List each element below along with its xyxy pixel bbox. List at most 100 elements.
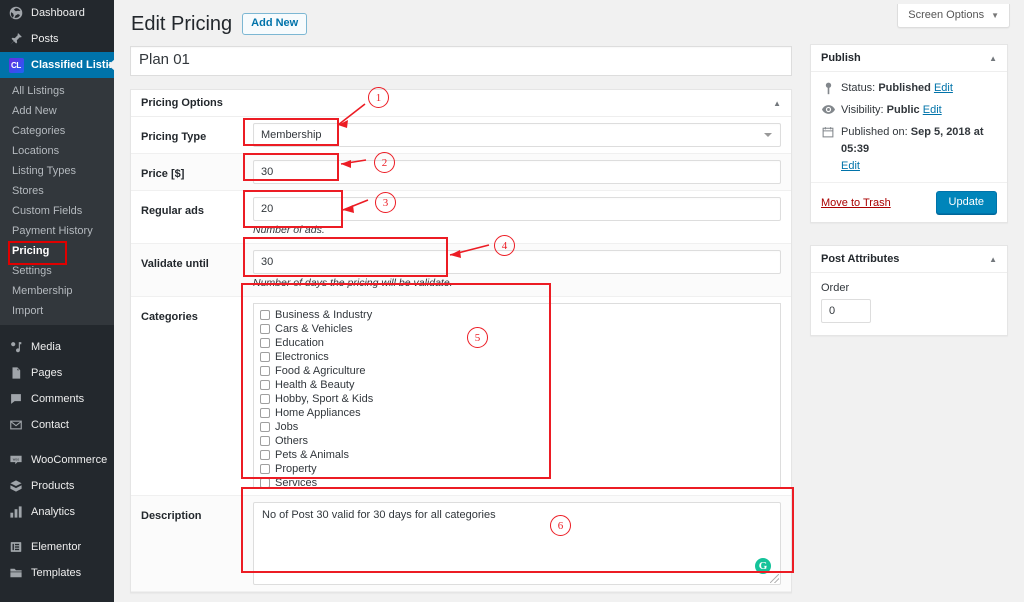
add-new-button[interactable]: Add New xyxy=(242,13,308,35)
sidebar-item-media[interactable]: Media xyxy=(0,334,114,360)
categories-checkbox-list[interactable]: Business & Industry Cars & Vehicles Educ… xyxy=(253,303,781,489)
sidebar-item-classified-listing[interactable]: CL Classified Listing xyxy=(0,52,122,78)
category-item[interactable]: Food & Agriculture xyxy=(260,364,774,378)
sidebar-item-products[interactable]: Products xyxy=(0,473,114,499)
order-label: Order xyxy=(821,282,850,294)
status-edit-link[interactable]: Edit xyxy=(934,82,953,94)
sidebar-label: Comments xyxy=(31,393,85,405)
field-label: Regular ads xyxy=(141,205,204,217)
sidebar-item-listing-types[interactable]: Listing Types xyxy=(0,161,114,181)
screen-options-button[interactable]: Screen Options ▼ xyxy=(897,4,1010,28)
pages-icon xyxy=(8,365,24,381)
menu-separator xyxy=(0,586,114,595)
sidebar-item-import[interactable]: Import xyxy=(0,301,114,321)
analytics-icon xyxy=(8,504,24,520)
sidebar-item-comments[interactable]: Comments xyxy=(0,386,114,412)
submenu-label: Payment History xyxy=(12,225,93,237)
post-attributes-body: Order 0 xyxy=(811,273,1007,335)
checkbox[interactable] xyxy=(260,450,270,460)
order-input[interactable]: 0 xyxy=(821,299,871,323)
sidebar-item-add-new[interactable]: Add New xyxy=(0,101,114,121)
category-item[interactable]: Jobs xyxy=(260,420,774,434)
chevron-up-icon[interactable]: ▲ xyxy=(773,99,781,108)
validate-until-input[interactable]: 30 xyxy=(253,250,781,274)
checkbox[interactable] xyxy=(260,436,270,446)
sidebar-item-templates[interactable]: Templates xyxy=(0,560,114,586)
sidebar-item-appearance[interactable]: Appearance xyxy=(0,595,114,602)
sidebar-item-payment-history[interactable]: Payment History xyxy=(0,221,114,241)
category-item[interactable]: Education xyxy=(260,336,774,350)
status-value: Published xyxy=(878,82,931,94)
category-item[interactable]: Others xyxy=(260,434,774,448)
checkbox[interactable] xyxy=(260,464,270,474)
category-item[interactable]: Pets & Animals xyxy=(260,448,774,462)
category-label: Business & Industry xyxy=(275,309,373,321)
sidebar-item-membership[interactable]: Membership xyxy=(0,281,114,301)
sidebar-item-locations[interactable]: Locations xyxy=(0,141,114,161)
metabox-header[interactable]: Pricing Options ▲ xyxy=(131,90,791,117)
checkbox[interactable] xyxy=(260,352,270,362)
checkbox[interactable] xyxy=(260,408,270,418)
sidebar-item-pricing[interactable]: Pricing xyxy=(0,241,114,265)
sidebar-label: Posts xyxy=(31,33,59,45)
checkbox[interactable] xyxy=(260,478,270,488)
category-item[interactable]: Cars & Vehicles xyxy=(260,322,774,336)
checkbox[interactable] xyxy=(260,324,270,334)
publish-panel-header[interactable]: Publish ▲ xyxy=(811,45,1007,72)
field-label: Description xyxy=(141,510,202,522)
chevron-up-icon[interactable]: ▲ xyxy=(989,54,997,63)
sidebar-item-dashboard[interactable]: Dashboard xyxy=(0,0,114,26)
checkbox[interactable] xyxy=(260,310,270,320)
description-value: No of Post 30 valid for 30 days for all … xyxy=(262,509,496,521)
resize-handle[interactable] xyxy=(770,574,779,583)
description-textarea[interactable]: No of Post 30 valid for 30 days for all … xyxy=(253,502,781,585)
price-input[interactable]: 30 xyxy=(253,160,781,184)
visibility-edit-link[interactable]: Edit xyxy=(923,104,942,116)
checkbox[interactable] xyxy=(260,366,270,376)
grammarly-icon[interactable]: G xyxy=(755,558,771,574)
published-edit-link[interactable]: Edit xyxy=(841,160,860,172)
sidebar-item-woocommerce[interactable]: woo WooCommerce xyxy=(0,447,114,473)
category-item[interactable]: Hobby, Sport & Kids xyxy=(260,392,774,406)
category-item[interactable]: Property xyxy=(260,462,774,476)
chevron-up-icon[interactable]: ▲ xyxy=(989,255,997,264)
category-label: Electronics xyxy=(275,351,329,363)
sidebar-item-settings[interactable]: Settings xyxy=(0,261,114,281)
sidebar-item-posts[interactable]: Posts xyxy=(0,26,114,52)
category-item[interactable]: Health & Beauty xyxy=(260,378,774,392)
woocommerce-icon: woo xyxy=(8,452,24,468)
sidebar-item-contact[interactable]: Contact xyxy=(0,412,114,438)
post-attributes-header[interactable]: Post Attributes ▲ xyxy=(811,246,1007,273)
classified-listing-submenu: All Listings Add New Categories Location… xyxy=(0,78,114,325)
category-label: Others xyxy=(275,435,309,447)
sidebar-item-categories[interactable]: Categories xyxy=(0,121,114,141)
sidebar-item-custom-fields[interactable]: Custom Fields xyxy=(0,201,114,221)
checkbox[interactable] xyxy=(260,380,270,390)
pricing-type-select[interactable]: Membership xyxy=(253,123,781,147)
sidebar-item-elementor[interactable]: Elementor xyxy=(0,534,114,560)
sidebar-item-analytics[interactable]: Analytics xyxy=(0,499,114,525)
sidebar-item-pages[interactable]: Pages xyxy=(0,360,114,386)
checkbox[interactable] xyxy=(260,422,270,432)
checkbox[interactable] xyxy=(260,394,270,404)
media-icon xyxy=(8,339,24,355)
category-label: Hobby, Sport & Kids xyxy=(275,393,374,405)
post-title-input[interactable]: Plan 01 xyxy=(130,46,792,76)
regular-ads-input[interactable]: 20 xyxy=(253,197,781,221)
category-item[interactable]: Electronics xyxy=(260,350,774,364)
category-item[interactable]: Services xyxy=(260,476,774,488)
submenu-label: All Listings xyxy=(12,85,65,97)
checkbox[interactable] xyxy=(260,338,270,348)
submenu-label: Stores xyxy=(12,185,44,197)
update-button[interactable]: Update xyxy=(935,191,997,214)
move-to-trash-link[interactable]: Move to Trash xyxy=(821,197,891,209)
category-item[interactable]: Business & Industry xyxy=(260,308,774,322)
field-label: Validate until xyxy=(141,258,209,270)
category-item[interactable]: Home Appliances xyxy=(260,406,774,420)
sidebar-label: Analytics xyxy=(31,506,76,518)
sidebar-item-stores[interactable]: Stores xyxy=(0,181,114,201)
submenu-label: Locations xyxy=(12,145,60,157)
sidebar-item-all-listings[interactable]: All Listings xyxy=(0,81,114,101)
category-label: Food & Agriculture xyxy=(275,365,366,377)
elementor-icon xyxy=(8,539,24,555)
